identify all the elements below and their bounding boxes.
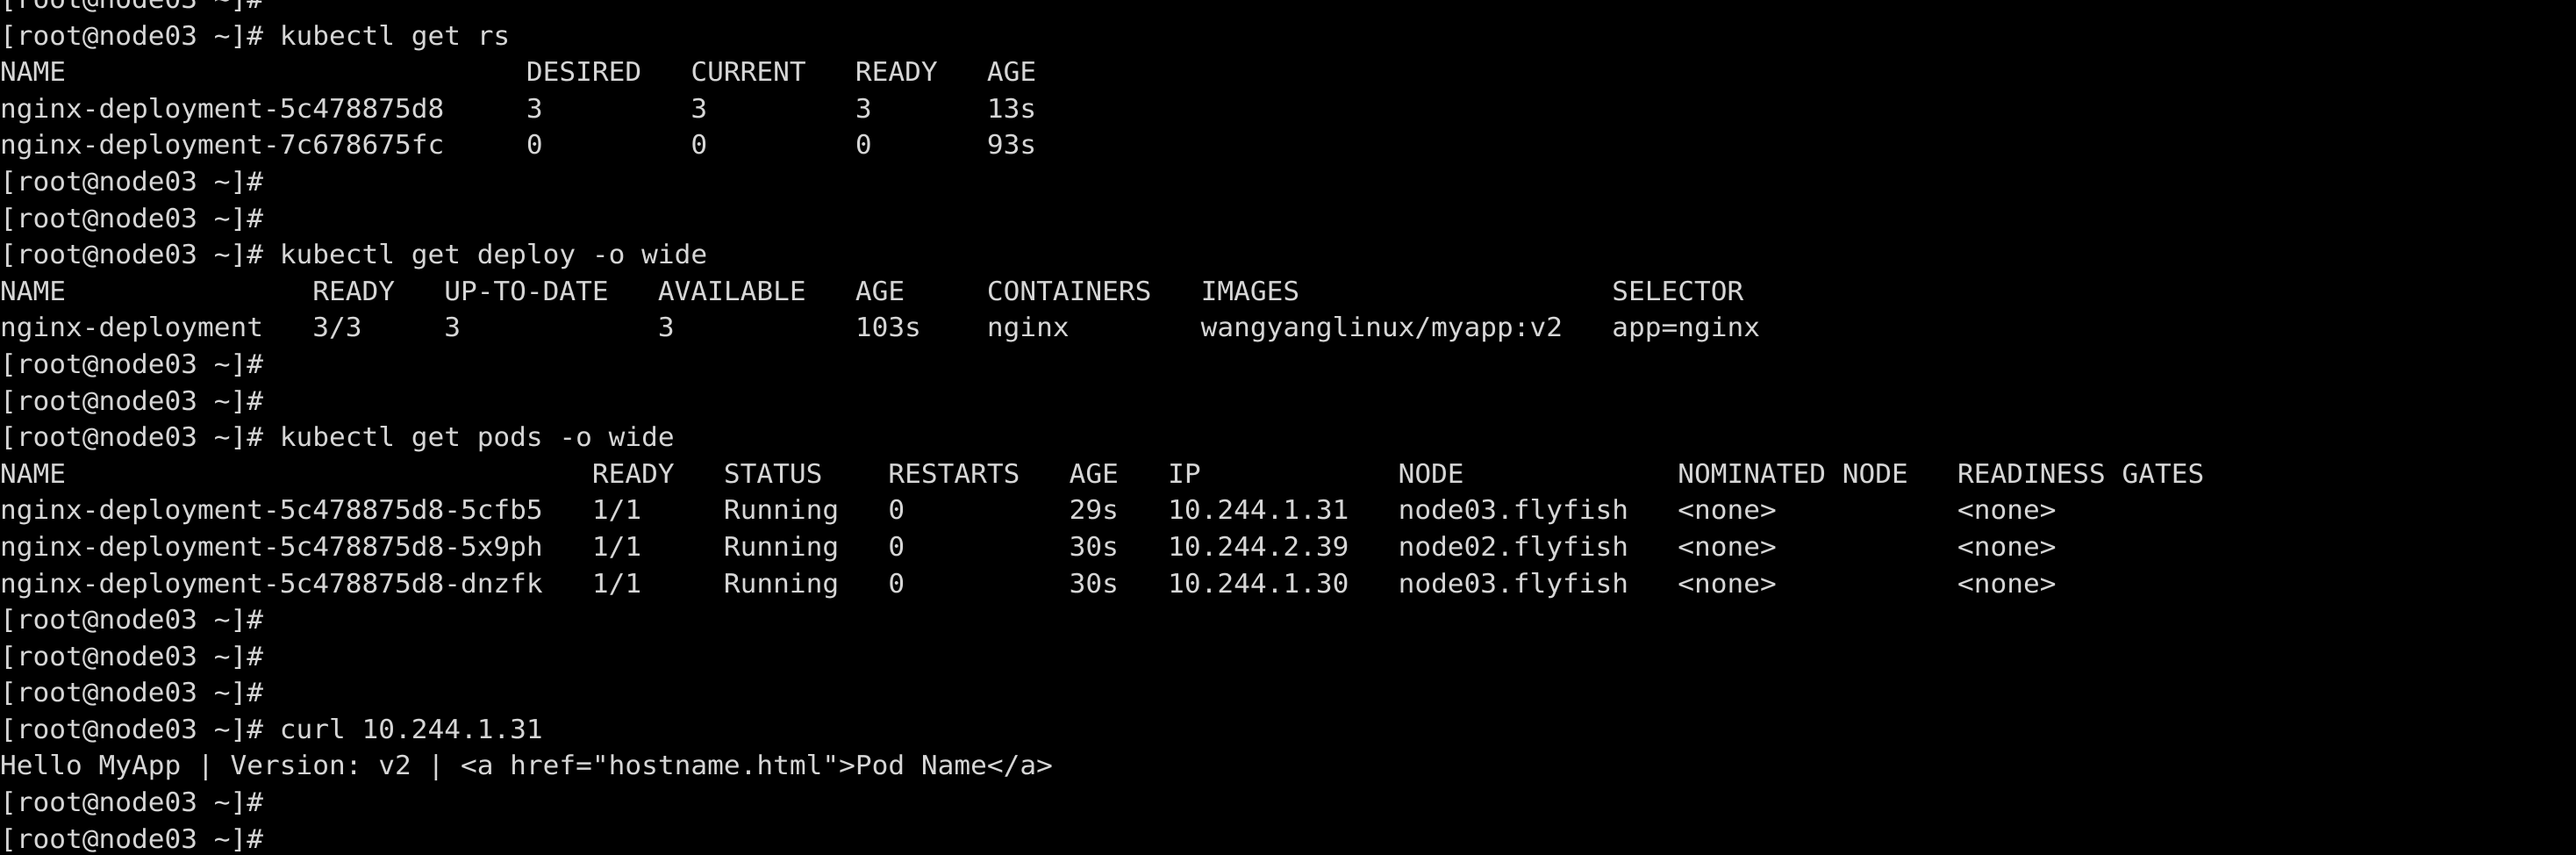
terminal-window[interactable]: [root@node03 ~]# [root@node03 ~]# kubect…: [0, 0, 2576, 855]
terminal-line: [root@node03 ~]#: [0, 602, 2576, 639]
terminal-line: [root@node03 ~]#: [0, 0, 2576, 18]
terminal-line-text: NAME READY STATUS RESTARTS AGE IP NODE N…: [0, 458, 2205, 490]
terminal-line-text: nginx-deployment-5c478875d8-5cfb5 1/1 Ru…: [0, 495, 2057, 527]
terminal-line-text: [root@node03 ~]# kubectl get rs: [0, 20, 511, 52]
terminal-line-text: [root@node03 ~]#: [0, 787, 280, 819]
terminal-line: nginx-deployment-5c478875d8 3 3 3 13s: [0, 91, 2576, 128]
terminal-line-text: [root@node03 ~]#: [0, 348, 280, 380]
terminal-line: [root@node03 ~]#: [0, 347, 2576, 384]
terminal-line: NAME READY STATUS RESTARTS AGE IP NODE N…: [0, 456, 2576, 493]
terminal-line-text: [root@node03 ~]#: [0, 166, 280, 198]
terminal-line-text: [root@node03 ~]#: [0, 385, 280, 417]
terminal-line-text: [root@node03 ~]#: [0, 605, 280, 636]
terminal-line: [root@node03 ~]# kubectl get deploy -o w…: [0, 237, 2576, 274]
terminal-line: [root@node03 ~]#: [0, 384, 2576, 420]
terminal-line: [root@node03 ~]#: [0, 785, 2576, 822]
terminal-line-text: [root@node03 ~]#: [0, 823, 280, 855]
terminal-line: [root@node03 ~]#: [0, 164, 2576, 201]
terminal-line-text: nginx-deployment-5c478875d8-dnzfk 1/1 Ru…: [0, 568, 2057, 600]
terminal-line: [root@node03 ~]#: [0, 201, 2576, 238]
terminal-line: [root@node03 ~]# curl 10.244.1.31: [0, 712, 2576, 749]
terminal-line: [root@node03 ~]# kubectl get pods -o wid…: [0, 420, 2576, 456]
terminal-line: Hello MyApp | Version: v2 | <a href="hos…: [0, 748, 2576, 785]
terminal-line: [root@node03 ~]#: [0, 822, 2576, 855]
terminal-line: NAME READY UP-TO-DATE AVAILABLE AGE CONT…: [0, 274, 2576, 311]
terminal-line-text: nginx-deployment-7c678675fc 0 0 0 93s: [0, 130, 1037, 162]
terminal-line-text: NAME READY UP-TO-DATE AVAILABLE AGE CONT…: [0, 276, 1744, 307]
terminal-line-text: nginx-deployment-5c478875d8 3 3 3 13s: [0, 93, 1037, 125]
terminal-line-text: nginx-deployment 3/3 3 3 103s nginx wang…: [0, 313, 1761, 344]
terminal-line: nginx-deployment 3/3 3 3 103s nginx wang…: [0, 310, 2576, 347]
terminal-screen[interactable]: [root@node03 ~]# [root@node03 ~]# kubect…: [0, 0, 2576, 855]
terminal-line-text: [root@node03 ~]# kubectl get pods -o wid…: [0, 422, 675, 454]
terminal-line-text: [root@node03 ~]#: [0, 0, 280, 18]
terminal-line: [root@node03 ~]#: [0, 675, 2576, 712]
terminal-line-text: [root@node03 ~]# curl 10.244.1.31: [0, 714, 543, 745]
terminal-line: NAME DESIRED CURRENT READY AGE: [0, 54, 2576, 91]
terminal-line-text: [root@node03 ~]# kubectl get deploy -o w…: [0, 240, 708, 271]
terminal-line-text: NAME DESIRED CURRENT READY AGE: [0, 57, 1037, 89]
terminal-line: nginx-deployment-5c478875d8-5x9ph 1/1 Ru…: [0, 529, 2576, 566]
terminal-line: nginx-deployment-5c478875d8-5cfb5 1/1 Ru…: [0, 492, 2576, 529]
terminal-line: [root@node03 ~]# kubectl get rs: [0, 18, 2576, 55]
terminal-line: [root@node03 ~]#: [0, 639, 2576, 676]
terminal-line-text: [root@node03 ~]#: [0, 203, 280, 234]
terminal-line-text: [root@node03 ~]#: [0, 641, 280, 672]
terminal-line: nginx-deployment-5c478875d8-dnzfk 1/1 Ru…: [0, 566, 2576, 603]
terminal-line-text: nginx-deployment-5c478875d8-5x9ph 1/1 Ru…: [0, 531, 2057, 563]
terminal-line: nginx-deployment-7c678675fc 0 0 0 93s: [0, 127, 2576, 164]
terminal-line-text: Hello MyApp | Version: v2 | <a href="hos…: [0, 751, 1053, 782]
terminal-line-text: [root@node03 ~]#: [0, 678, 280, 709]
